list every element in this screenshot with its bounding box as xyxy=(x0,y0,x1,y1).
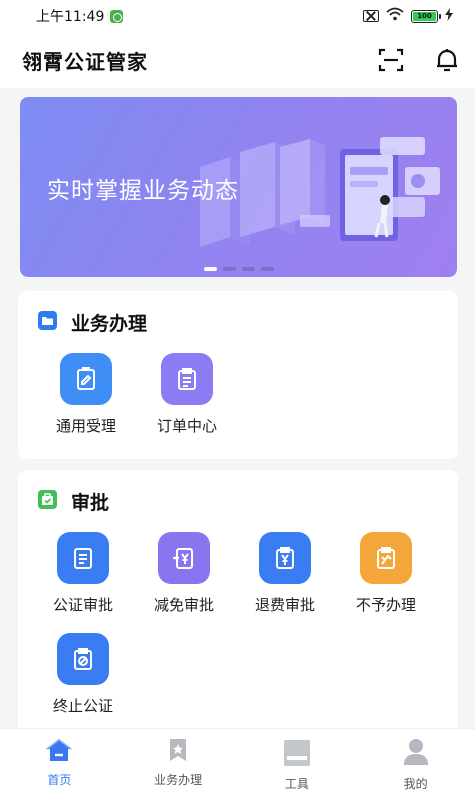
approval-card: 审批 公证审批 减免审批 退费审批 不予办理 终止公证 xyxy=(18,470,458,730)
banner-dot[interactable] xyxy=(260,267,274,271)
banner-text: 实时掌握业务动态 xyxy=(47,178,239,204)
business-card-header: 业务办理 xyxy=(38,309,147,336)
user-icon xyxy=(402,737,430,771)
banner-dot-active[interactable] xyxy=(203,267,217,271)
status-left: 上午11:49 xyxy=(36,6,124,26)
notary-approval-label: 公证审批 xyxy=(52,596,113,614)
wifi-icon xyxy=(386,7,404,25)
battery-level: 100 xyxy=(413,11,436,21)
scan-icon[interactable] xyxy=(377,46,405,74)
approval-stamp-icon xyxy=(38,490,57,513)
app-title: 翎霄公证管家 xyxy=(22,49,148,74)
app-notification-icon xyxy=(110,9,124,23)
order-list-icon xyxy=(161,353,213,405)
terminate-notary-label: 终止公证 xyxy=(52,697,113,715)
tab-business[interactable]: 业务办理 xyxy=(119,729,238,792)
status-right: 100 xyxy=(363,7,453,25)
bell-icon[interactable] xyxy=(433,46,461,74)
reject-handling-button[interactable]: 不予办理 xyxy=(338,532,434,615)
order-center-label: 订单中心 xyxy=(156,417,217,435)
header-actions xyxy=(377,46,461,74)
reduction-approval-button[interactable]: 减免审批 xyxy=(136,532,232,615)
refund-approval-label: 退费审批 xyxy=(254,596,315,614)
tab-bar: 首页 业务办理 工具 我的 xyxy=(0,728,475,792)
reduction-approval-label: 减免审批 xyxy=(153,596,214,614)
reject-doc-icon xyxy=(360,532,412,584)
approval-card-title: 审批 xyxy=(71,492,110,514)
home-icon xyxy=(44,737,74,767)
approval-card-header: 审批 xyxy=(38,488,109,515)
reject-handling-label: 不予办理 xyxy=(355,596,416,614)
terminate-notary-button[interactable]: 终止公证 xyxy=(35,633,131,716)
app-header: 翎霄公证管家 xyxy=(0,32,475,88)
tab-mine[interactable]: 我的 xyxy=(356,729,475,792)
terminate-icon xyxy=(57,633,109,685)
no-sim-icon xyxy=(363,10,379,22)
business-card-title: 业务办理 xyxy=(71,313,148,335)
tab-tools-label: 工具 xyxy=(284,777,309,791)
banner-dot[interactable] xyxy=(241,267,255,271)
form-edit-icon xyxy=(60,353,112,405)
banner-pagination xyxy=(20,267,457,271)
yen-refund-icon xyxy=(259,532,311,584)
tab-tools[interactable]: 工具 xyxy=(238,729,357,792)
general-acceptance-button[interactable]: 通用受理 xyxy=(38,353,134,436)
bookmark-icon xyxy=(165,737,191,767)
battery-icon: 100 xyxy=(411,9,441,23)
refund-approval-button[interactable]: 退费审批 xyxy=(237,532,333,615)
business-card: 业务办理 通用受理 订单中心 xyxy=(18,291,458,459)
yen-reduce-icon xyxy=(158,532,210,584)
banner-dot[interactable] xyxy=(222,267,236,271)
status-time: 上午11:49 xyxy=(36,9,105,25)
tab-business-label: 业务办理 xyxy=(154,773,203,787)
charging-icon xyxy=(445,7,453,25)
document-list-icon xyxy=(57,532,109,584)
toolbox-icon xyxy=(283,737,311,771)
tab-home-label: 首页 xyxy=(47,773,72,787)
banner-carousel[interactable]: 实时掌握业务动态 xyxy=(20,97,457,277)
order-center-button[interactable]: 订单中心 xyxy=(139,353,235,436)
tab-mine-label: 我的 xyxy=(403,777,428,791)
general-acceptance-label: 通用受理 xyxy=(55,417,116,435)
notary-approval-button[interactable]: 公证审批 xyxy=(35,532,131,615)
folder-icon xyxy=(38,311,57,334)
tab-home[interactable]: 首页 xyxy=(0,729,119,792)
status-bar: 上午11:49 100 xyxy=(0,0,475,32)
